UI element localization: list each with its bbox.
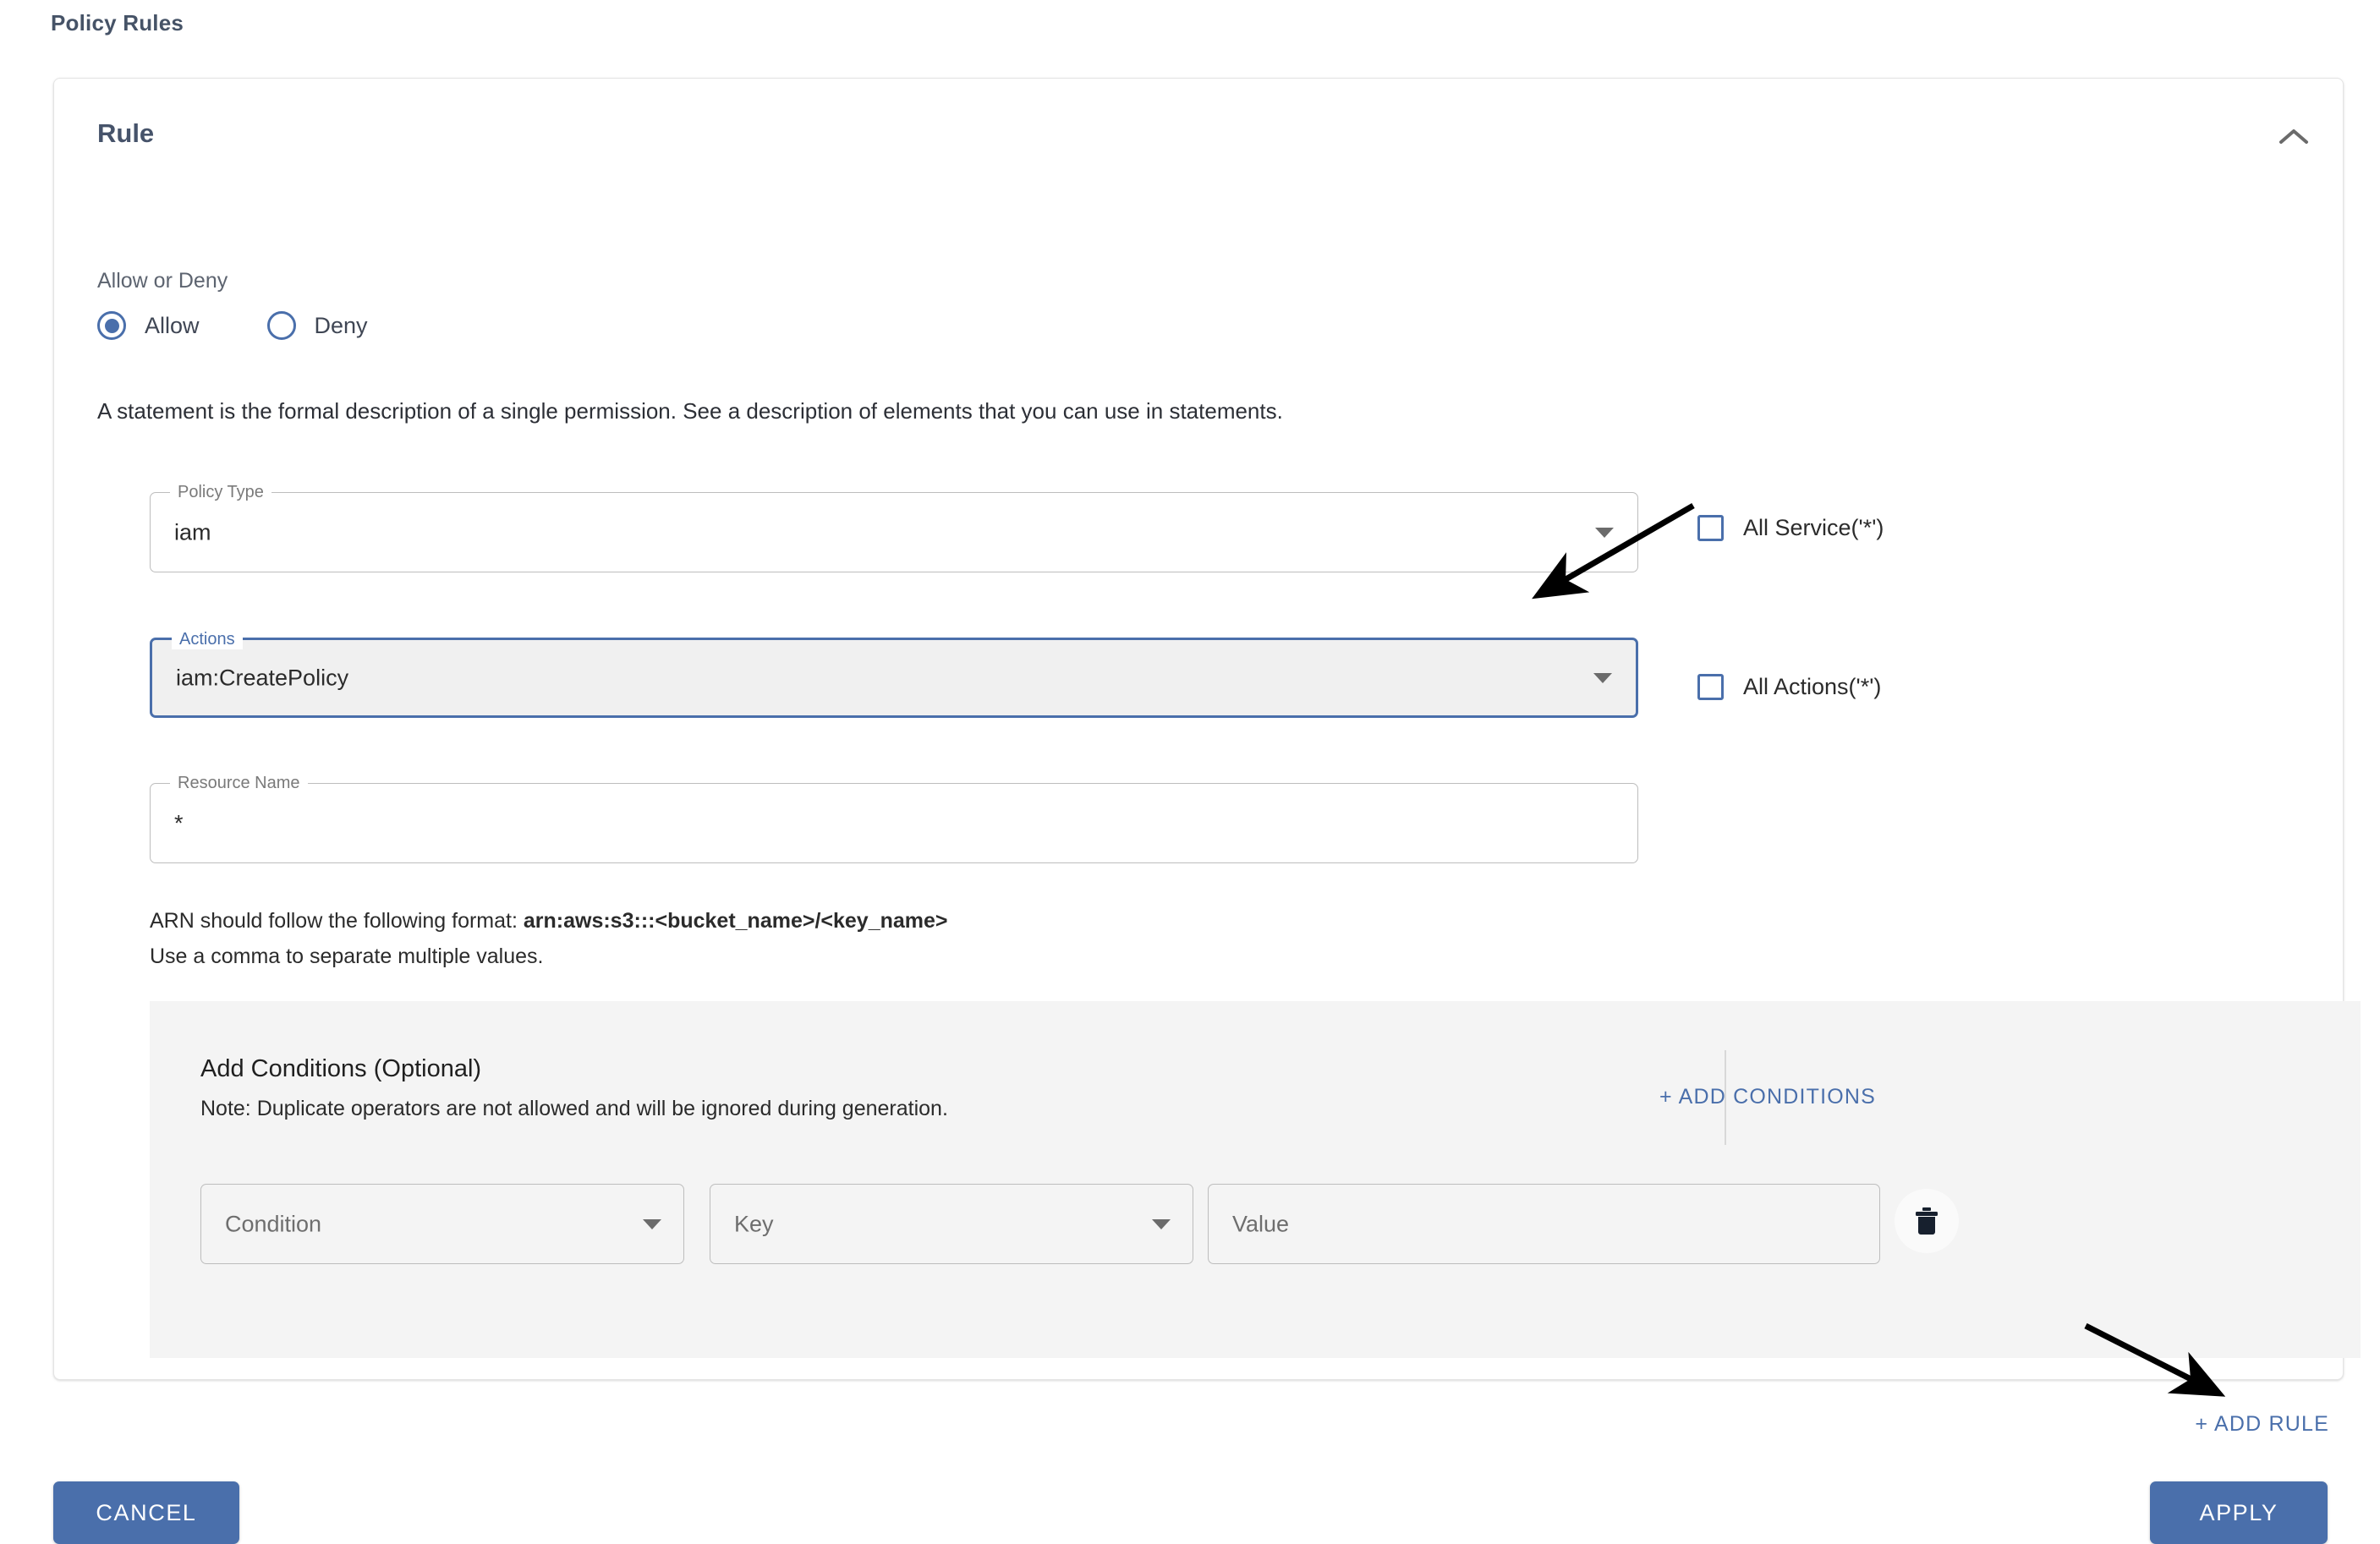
chevron-down-icon[interactable]	[1595, 527, 1614, 538]
key-placeholder: Key	[734, 1211, 774, 1236]
arn-help-line-1: ARN should follow the following format: …	[150, 903, 948, 939]
value-input[interactable]: Value	[1208, 1184, 1880, 1264]
actions-legend: Actions	[172, 629, 243, 649]
radio-deny-icon	[266, 311, 296, 340]
resource-name-value: *	[174, 810, 184, 835]
page-title: Policy Rules	[51, 10, 184, 36]
policy-rules-page: Policy Rules Rule Allow or Deny Allow De…	[0, 0, 2380, 1544]
policy-type-value: iam	[174, 519, 211, 545]
apply-button[interactable]: APPLY	[2150, 1481, 2328, 1544]
arn-help-text: ARN should follow the following format: …	[150, 903, 948, 974]
value-placeholder: Value	[1232, 1211, 1290, 1236]
checkbox-all-actions-label: All Actions('*')	[1743, 674, 1882, 699]
rule-heading: Rule	[97, 118, 155, 148]
radio-allow-icon	[97, 311, 126, 340]
chevron-up-icon[interactable]	[2270, 112, 2317, 160]
key-select[interactable]: Key	[710, 1184, 1193, 1264]
checkbox-icon	[1697, 515, 1724, 541]
checkbox-all-actions[interactable]: All Actions('*')	[1697, 674, 1881, 700]
arn-help-format: arn:aws:s3:::<bucket_name>/<key_name>	[523, 909, 948, 933]
checkbox-all-service[interactable]: All Service('*')	[1697, 515, 1884, 541]
conditions-title: Add Conditions (Optional)	[200, 1055, 482, 1082]
conditions-panel: Add Conditions (Optional) Note: Duplicat…	[150, 1001, 2361, 1358]
policy-type-legend: Policy Type	[170, 482, 271, 502]
cancel-button[interactable]: CANCEL	[53, 1481, 239, 1544]
checkbox-all-service-label: All Service('*')	[1743, 515, 1884, 540]
resource-name-legend: Resource Name	[170, 773, 308, 793]
radio-option-deny[interactable]: Deny	[266, 311, 368, 340]
actions-value: iam:CreatePolicy	[176, 665, 349, 690]
delete-condition-button[interactable]	[1895, 1189, 1959, 1253]
chevron-down-icon[interactable]	[643, 1218, 661, 1229]
condition-select[interactable]: Condition	[200, 1184, 684, 1264]
trash-icon	[1916, 1207, 1938, 1235]
arn-help-line-2: Use a comma to separate multiple values.	[150, 944, 544, 968]
radio-deny-label: Deny	[314, 312, 368, 338]
radio-allow-label: Allow	[145, 312, 200, 338]
conditions-note: Note: Duplicate operators are not allowe…	[200, 1097, 948, 1120]
radio-option-allow[interactable]: Allow	[97, 311, 200, 340]
condition-placeholder: Condition	[225, 1211, 322, 1236]
add-conditions-button[interactable]: + ADD CONDITIONS	[1659, 1085, 1876, 1109]
resource-name-input[interactable]: Resource Name *	[150, 773, 1638, 863]
actions-select[interactable]: Actions iam:CreatePolicy	[150, 629, 1638, 718]
allow-deny-radio-group: Allow Deny	[97, 311, 436, 340]
arn-help-prefix: ARN should follow the following format:	[150, 909, 524, 933]
chevron-down-icon[interactable]	[1152, 1218, 1171, 1229]
statement-description: A statement is the formal description of…	[97, 398, 1283, 424]
rule-card: Rule Allow or Deny Allow Deny A statemen…	[53, 78, 2361, 1380]
allow-or-deny-label: Allow or Deny	[97, 269, 228, 293]
add-rule-button[interactable]: + ADD RULE	[2195, 1412, 2329, 1437]
policy-type-select[interactable]: Policy Type iam	[150, 482, 1638, 572]
checkbox-icon	[1697, 674, 1724, 700]
chevron-down-icon[interactable]	[1593, 672, 1612, 683]
